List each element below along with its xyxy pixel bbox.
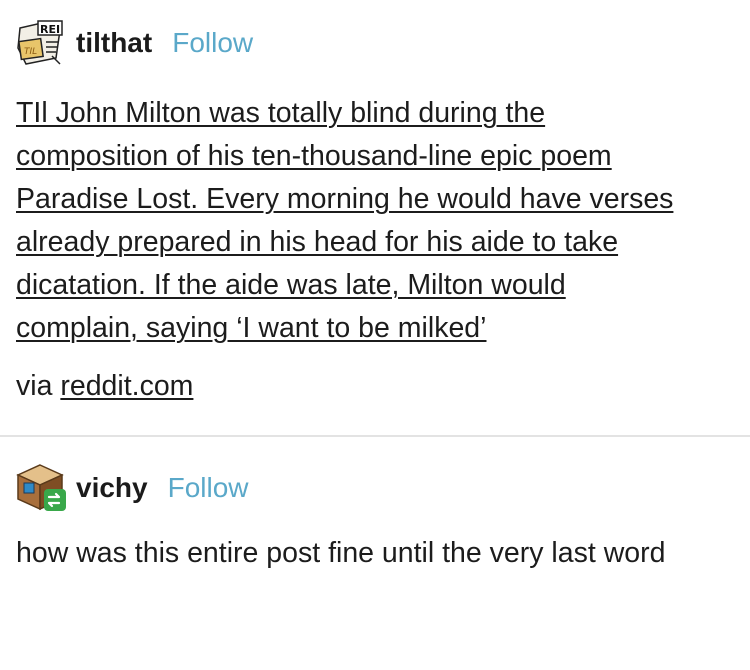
- body-line: Paradise Lost. Every morning he would ha…: [16, 178, 736, 221]
- body-line: dicatation. If the aide was late, Milton…: [16, 264, 736, 307]
- avatar-text: REI: [40, 23, 60, 36]
- follow-button[interactable]: Follow: [168, 472, 249, 504]
- body-line: composition of his ten-thousand-line epi…: [16, 135, 736, 178]
- username[interactable]: vichy: [76, 472, 148, 504]
- body-link[interactable]: already prepared in his head for his aid…: [16, 226, 618, 258]
- post-body: TIl John Milton was totally blind during…: [16, 92, 736, 350]
- body-line: already prepared in his head for his aid…: [16, 221, 736, 264]
- svg-text:TIL: TIL: [24, 47, 37, 57]
- til-newspaper-avatar-icon[interactable]: REI TIL: [16, 18, 66, 68]
- vichy-reply: vichy Follow how was this entire post fi…: [0, 437, 750, 670]
- tilthat-post: REI TIL tilthat Follow TIl John Milton w…: [0, 0, 750, 436]
- source-link[interactable]: reddit.com: [60, 370, 193, 402]
- follow-button[interactable]: Follow: [172, 27, 253, 59]
- username[interactable]: tilthat: [76, 27, 152, 59]
- body-link[interactable]: complain, saying ‘I want to be milked’: [16, 312, 486, 344]
- body-link[interactable]: composition of his ten-thousand-line epi…: [16, 140, 612, 172]
- body-link[interactable]: TIl John Milton was totally blind during…: [16, 97, 545, 129]
- source-attribution: via reddit.com: [16, 370, 193, 403]
- body-line: complain, saying ‘I want to be milked’: [16, 307, 736, 350]
- via-prefix: via: [16, 370, 53, 402]
- body-link[interactable]: Paradise Lost. Every morning he would ha…: [16, 183, 673, 215]
- reply-text: how was this entire post fine until the …: [16, 537, 666, 569]
- cube-reblog-avatar-icon[interactable]: [16, 463, 66, 513]
- body-line: TIl John Milton was totally blind during…: [16, 92, 736, 135]
- body-link[interactable]: dicatation. If the aide was late, Milton…: [16, 269, 566, 301]
- reply-header: vichy Follow: [16, 463, 249, 513]
- post-header: REI TIL tilthat Follow: [16, 18, 253, 68]
